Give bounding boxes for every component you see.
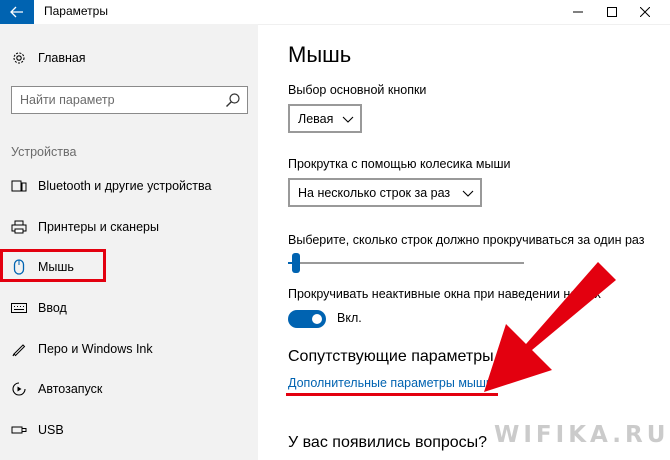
- toggle-state-label: Вкл.: [337, 311, 362, 325]
- sidebar-item-bluetooth[interactable]: Bluetooth и другие устройства: [0, 169, 258, 203]
- printer-icon: [11, 219, 27, 235]
- gear-icon: [11, 50, 27, 66]
- keyboard-icon: [11, 300, 27, 316]
- autoplay-icon: [11, 381, 27, 397]
- close-button[interactable]: [622, 0, 668, 24]
- inactive-scroll-toggle[interactable]: [288, 310, 326, 328]
- chevron-down-icon: [342, 116, 354, 123]
- sidebar-item-label: Принтеры и сканеры: [38, 220, 159, 234]
- window-title: Параметры: [44, 4, 108, 18]
- related-settings-title: Сопутствующие параметры: [288, 348, 494, 365]
- chevron-down-icon: [462, 190, 474, 197]
- back-button[interactable]: [0, 0, 34, 24]
- additional-mouse-settings-link[interactable]: Дополнительные параметры мыши: [288, 376, 493, 390]
- sidebar-item-pen[interactable]: Перо и Windows Ink: [0, 332, 258, 366]
- sidebar-item-usb[interactable]: USB: [0, 413, 258, 447]
- toggle-knob: [312, 314, 322, 324]
- sidebar: Главная Найти параметр Устройства Blueto…: [0, 24, 258, 460]
- sidebar-item-label: Автозапуск: [38, 382, 103, 396]
- pen-icon: [11, 341, 27, 357]
- annotation-arrow: [484, 262, 616, 392]
- title-bar: Параметры: [0, 0, 670, 25]
- minimize-icon: [573, 11, 583, 13]
- sidebar-item-label: Ввод: [38, 301, 67, 315]
- search-placeholder: Найти параметр: [20, 93, 115, 107]
- sidebar-item-autoplay[interactable]: Автозапуск: [0, 372, 258, 406]
- watermark-text: WIFIKA.RU: [494, 422, 670, 448]
- primary-button-value: Левая: [298, 111, 334, 126]
- sidebar-item-label: Bluetooth и другие устройства: [38, 179, 212, 193]
- highlight-underline: [286, 393, 498, 396]
- sidebar-item-home[interactable]: Главная: [0, 41, 258, 75]
- scroll-dropdown[interactable]: На несколько строк за раз: [288, 178, 482, 207]
- sidebar-item-input[interactable]: Ввод: [0, 291, 258, 325]
- search-icon: [226, 93, 240, 107]
- page-title: Мышь: [288, 42, 352, 67]
- lines-label: Выберите, сколько строк должно прокручив…: [288, 233, 645, 247]
- maximize-icon: [607, 7, 617, 17]
- back-arrow-icon: [10, 6, 23, 18]
- sidebar-item-printers[interactable]: Принтеры и сканеры: [0, 210, 258, 244]
- questions-title: У вас появились вопросы?: [288, 434, 488, 451]
- scroll-value: На несколько строк за раз: [298, 185, 451, 200]
- sidebar-item-label: USB: [38, 423, 64, 437]
- usb-icon: [11, 422, 27, 438]
- section-label-devices: Устройства: [11, 145, 77, 159]
- watermark: WIFIKA.RU: [494, 418, 665, 452]
- bluetooth-icon: [11, 178, 27, 194]
- lines-slider-thumb[interactable]: [292, 253, 300, 273]
- highlight-box-mouse: [0, 249, 106, 282]
- sidebar-item-label: Перо и Windows Ink: [38, 342, 153, 356]
- close-icon: [640, 7, 650, 17]
- search-input[interactable]: Найти параметр: [11, 86, 248, 114]
- primary-button-label: Выбор основной кнопки: [288, 83, 427, 97]
- scroll-label: Прокрутка с помощью колесика мыши: [288, 157, 511, 171]
- primary-button-dropdown[interactable]: Левая: [288, 104, 362, 133]
- sidebar-item-label: Главная: [38, 51, 86, 65]
